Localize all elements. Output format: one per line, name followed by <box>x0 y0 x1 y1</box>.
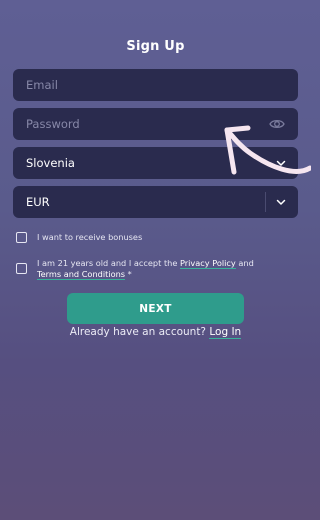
eye-icon[interactable] <box>269 117 285 131</box>
country-value: Slovenia <box>26 156 75 170</box>
email-input[interactable] <box>26 78 256 92</box>
chevron-down-icon <box>276 199 286 205</box>
country-select[interactable]: Slovenia <box>13 147 298 179</box>
next-button[interactable]: NEXT <box>67 293 244 324</box>
login-link[interactable]: Log In <box>209 326 242 339</box>
bonus-option[interactable]: I want to receive bonuses <box>16 232 142 243</box>
email-field[interactable] <box>13 69 298 101</box>
terms-middle: and <box>235 258 254 268</box>
privacy-policy-link[interactable]: Privacy Policy <box>179 258 236 269</box>
page-title: Sign Up <box>126 39 185 54</box>
select-divider <box>265 192 266 212</box>
terms-and-conditions-link[interactable]: Terms and Conditions <box>37 269 126 280</box>
terms-prefix: I am 21 years old and I accept the <box>37 258 180 268</box>
required-mark: * <box>125 269 132 279</box>
terms-option[interactable]: I am 21 years old and I accept the Priva… <box>16 258 266 280</box>
terms-text: I am 21 years old and I accept the Priva… <box>37 258 254 280</box>
chevron-down-icon <box>276 160 286 166</box>
password-input[interactable] <box>26 117 256 131</box>
currency-value: EUR <box>26 195 50 209</box>
currency-select[interactable]: EUR <box>13 186 298 218</box>
bonus-label: I want to receive bonuses <box>37 232 143 242</box>
login-prompt: Already have an account? Log In <box>0 326 311 339</box>
password-field[interactable] <box>13 108 298 140</box>
login-prompt-text: Already have an account? <box>69 326 210 338</box>
terms-checkbox[interactable] <box>16 263 27 274</box>
bonus-checkbox[interactable] <box>16 232 27 243</box>
